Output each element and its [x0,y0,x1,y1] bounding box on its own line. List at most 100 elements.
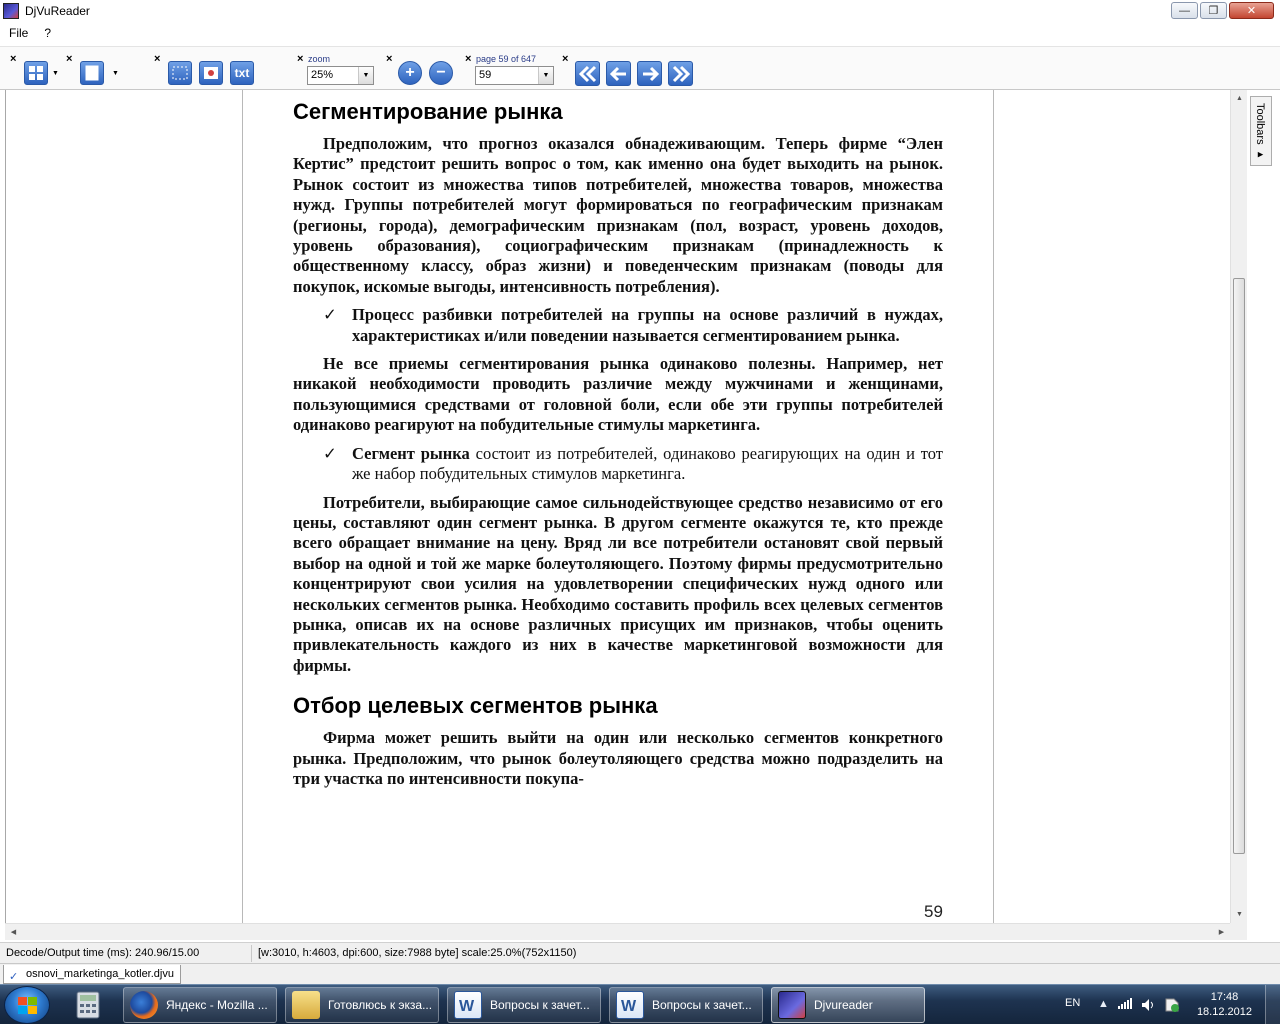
svg-text:W: W [621,998,637,1015]
taskbar-item-label: Вопросы к зачет... [652,998,752,1012]
folder-icon [292,991,320,1019]
vertical-scrollbar[interactable]: ▲ ▼ [1230,90,1247,923]
network-signal-icon[interactable] [1117,998,1133,1013]
word-icon: W [616,991,644,1019]
scroll-down-icon[interactable]: ▼ [1231,906,1248,923]
toolbar-group-layout: × ▼ [10,52,65,88]
firefox-icon [130,991,158,1019]
layout-grid-icon [29,66,43,80]
start-button[interactable] [4,986,50,1024]
taskbar-item-djvureader[interactable]: Djvureader [771,987,925,1023]
select-image-button[interactable] [199,61,223,85]
zoom-out-icon: − [436,64,446,81]
horizontal-scrollbar[interactable]: ◀ ▶ [5,923,1230,940]
minimize-button[interactable]: — [1171,2,1198,19]
menu-help[interactable]: ? [41,26,54,40]
select-area-button[interactable] [168,61,192,85]
toolbar-close-icon[interactable]: × [10,54,19,65]
action-center-icon[interactable] [1164,998,1180,1015]
document-tab-label: osnovi_marketinga_kotler.djvu [26,968,174,980]
djvureader-app-icon [3,3,19,19]
scroll-left-icon[interactable]: ◀ [5,924,22,941]
toolbar-group-navigation: × [562,52,698,88]
taskbar-item-label: Вопросы к зачет... [490,998,590,1012]
zoom-select[interactable]: 25% ▼ [307,66,374,85]
bullet-term: Сегмент рынка [352,443,470,463]
toolbar-group-zoom-buttons: × + − [386,52,458,88]
toolbar-close-icon[interactable]: × [386,54,395,65]
checkmark-icon: ✓ [323,305,337,325]
last-page-button[interactable] [668,61,693,86]
page-info-status: [w:3010, h:4603, dpi:600, size:7988 byte… [258,947,577,959]
system-clock[interactable]: 17:48 18.12.2012 [1197,990,1252,1020]
toolbar-group-zoom-combo: × zoom 25% ▼ [297,52,377,88]
previous-page-button[interactable] [606,61,631,86]
bullet-term: сегментированием рынка [702,325,896,345]
zoom-value: 25% [311,69,334,81]
select-text-button[interactable]: txt [230,61,254,85]
window-controls: — ❐ ✕ [1171,2,1274,19]
calculator-pinned[interactable] [60,987,116,1023]
document-view[interactable]: Сегментирование рынка Предположим, что п… [5,90,1230,923]
toolbar-group-page-combo: × page 59 of 647 59 ▼ [465,52,557,88]
zoom-in-button[interactable]: + [398,61,422,85]
close-button[interactable]: ✕ [1229,2,1274,19]
arrow-left-icon [609,66,626,82]
layout-dropdown-icon[interactable]: ▼ [52,70,59,77]
menu-file[interactable]: File [6,26,31,40]
first-page-button[interactable] [575,61,600,86]
next-page-button[interactable] [637,61,662,86]
paragraph: Фирма может решить выйти на один или нес… [293,728,943,788]
toolbar-close-icon[interactable]: × [465,54,474,65]
clock-time: 17:48 [1210,991,1239,1003]
checkmark-icon: ✓ [323,443,337,463]
toolbars-side-tab[interactable]: Toolbars ▸ [1250,96,1272,166]
page-text: Сегментирование рынка Предположим, что п… [293,98,943,797]
scroll-up-icon[interactable]: ▲ [1231,90,1248,107]
taskbar-item-label: Djvureader [814,998,873,1012]
title-bar: DjVuReader — ❐ ✕ [0,0,1280,22]
page-icon [85,65,99,81]
definition-bullet: ✓ Процесс разбивки потребителей на групп… [293,305,943,346]
djvureader-icon [778,991,806,1019]
toolbar-group-page: × ▼ [66,52,121,88]
scrollbar-thumb[interactable] [1233,278,1245,854]
page-mode-dropdown-icon[interactable]: ▼ [112,70,119,77]
show-desktop-button[interactable] [1265,985,1280,1024]
zoom-out-button[interactable]: − [429,61,453,85]
toolbar-close-icon[interactable]: × [562,54,571,65]
clock-date: 18.12.2012 [1196,1006,1252,1018]
status-bar: Decode/Output time (ms): 240.96/15.00 [w… [0,942,1280,963]
toolbar-close-icon[interactable]: × [154,54,163,65]
toolbar-close-icon[interactable]: × [297,54,306,65]
taskbar-item-label: Готовлюсь к экза... [328,998,433,1012]
language-indicator[interactable]: EN [1065,997,1080,1009]
scroll-corner [1230,923,1247,940]
restore-button[interactable]: ❐ [1200,2,1227,19]
page-value: 59 [479,69,492,81]
page-mode-button[interactable] [80,61,104,85]
show-hidden-icons-icon[interactable]: ▲ [1098,998,1109,1010]
taskbar-item-label: Яндекс - Mozilla ... [166,998,268,1012]
chevron-down-icon[interactable]: ▼ [538,67,553,84]
toolbars-tab-label: Toolbars ▸ [1254,103,1266,161]
taskbar-item-word-2[interactable]: W Вопросы к зачет... [609,987,763,1023]
window-title: DjVuReader [25,4,90,18]
bullet-end: . [895,325,900,345]
section-heading: Отбор целевых сегментов рынка [293,693,658,719]
page-select[interactable]: 59 ▼ [475,66,554,85]
toolbar-close-icon[interactable]: × [66,54,75,65]
taskbar-item-word-1[interactable]: W Вопросы к зачет... [447,987,601,1023]
taskbar-item-firefox[interactable]: Яндекс - Mozilla ... [123,987,277,1023]
taskbar-item-folder[interactable]: Готовлюсь к экза... [285,987,439,1023]
document-tab[interactable]: ✓ osnovi_marketinga_kotler.djvu [3,965,181,984]
volume-icon[interactable] [1141,998,1157,1015]
double-arrow-right-icon [672,65,691,83]
windows-logo-icon [18,997,38,1015]
toolbar: × ▼ × ▼ × txt × zoom 25% ▼ × + − × page … [0,46,1280,90]
chevron-down-icon[interactable]: ▼ [358,67,373,84]
toolbar-group-select: × txt [154,52,258,88]
scroll-right-icon[interactable]: ▶ [1213,924,1230,941]
document-tabs: ✓ osnovi_marketinga_kotler.djvu [0,963,1280,984]
layout-button[interactable] [24,61,48,85]
